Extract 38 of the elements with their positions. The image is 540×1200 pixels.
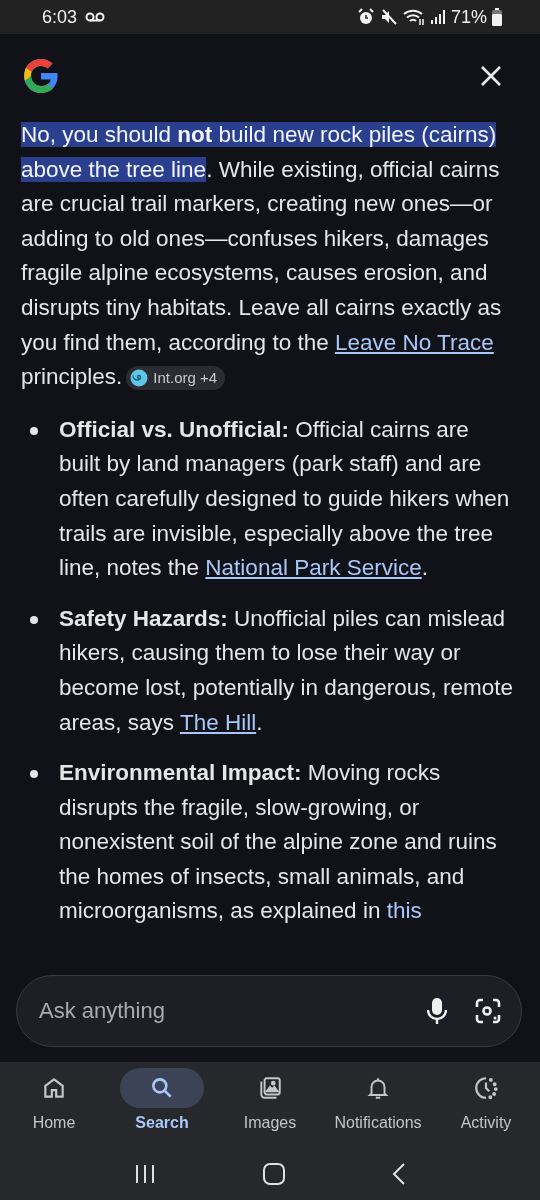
bullet-text: Official vs. Unofficial: Official cairns are built by land managers (park staff) and are often carefully designed to guide hikers when trails are invisible, especially above the tree line, notes the National Park Service. (59, 415, 511, 583)
status-time: 6:03 (42, 6, 78, 28)
bell-icon (365, 1075, 391, 1101)
camera-lens-icon[interactable] (475, 998, 501, 1024)
battery-icon (492, 8, 502, 26)
bullet-dot (30, 770, 38, 779)
battery-percent: 71% (450, 6, 487, 28)
nav-tab[interactable]: Activity (432, 1068, 540, 1132)
home-icon (41, 1075, 67, 1101)
home-button-icon[interactable] (263, 1163, 285, 1185)
spiral-icon (130, 369, 149, 388)
activity-icon (473, 1075, 499, 1101)
microphone-icon[interactable] (427, 998, 447, 1024)
voicemail-icon (85, 12, 106, 22)
back-icon[interactable] (392, 1163, 407, 1185)
answer-paragraph: No, you should not build new rock piles (cairns) above the tree line. While existing, official cairns are crucial trail markers, creating new ones—or adding to old ones—confuses hikers, damages fragile alpine ecosystems, causes erosion, and disrupts tiny habitats. Leave all cairns exactly as you find them, according to the Leave No Trace principles. Int.org +4 (21, 121, 503, 393)
bullet-dot (30, 615, 38, 624)
bullet-text: Environmental Impact: Moving rocks disrupts the fragile, slow-growing, or nonexistent soil of the alpine zone and ruins the homes of insects, small animals, and microorganisms, as explained in this (59, 759, 498, 926)
source-chip[interactable]: Int.org +4 (126, 366, 226, 391)
recent-apps-icon[interactable] (133, 1164, 156, 1184)
alarm-icon (356, 8, 375, 26)
close-icon[interactable] (480, 65, 502, 87)
nav-tab[interactable]: Images (216, 1068, 324, 1132)
bullet-dot (30, 426, 38, 435)
mute-icon (379, 8, 398, 26)
nav-tab[interactable]: Notifications (324, 1068, 432, 1132)
signal-icon (429, 9, 446, 25)
source-link[interactable]: The Hill (179, 709, 257, 735)
images-icon (257, 1075, 283, 1101)
leave-no-trace-link[interactable]: Leave No Trace (334, 329, 494, 355)
source-link[interactable]: National Park Service (205, 555, 422, 581)
ask-bar[interactable]: Ask anything (16, 975, 522, 1047)
bullet-text: Safety Hazards: Unofficial piles can mislead hikers, causing them to lose their way or become lost, potentially in dangerous, remote areas, says The Hill. (59, 604, 514, 737)
nav-tab[interactable]: Home (0, 1068, 108, 1132)
ask-field[interactable]: Ask anything (37, 997, 399, 1025)
source-link[interactable]: this (386, 898, 422, 924)
nav-tab[interactable]: Search (108, 1068, 216, 1132)
wifi-icon (402, 8, 425, 26)
